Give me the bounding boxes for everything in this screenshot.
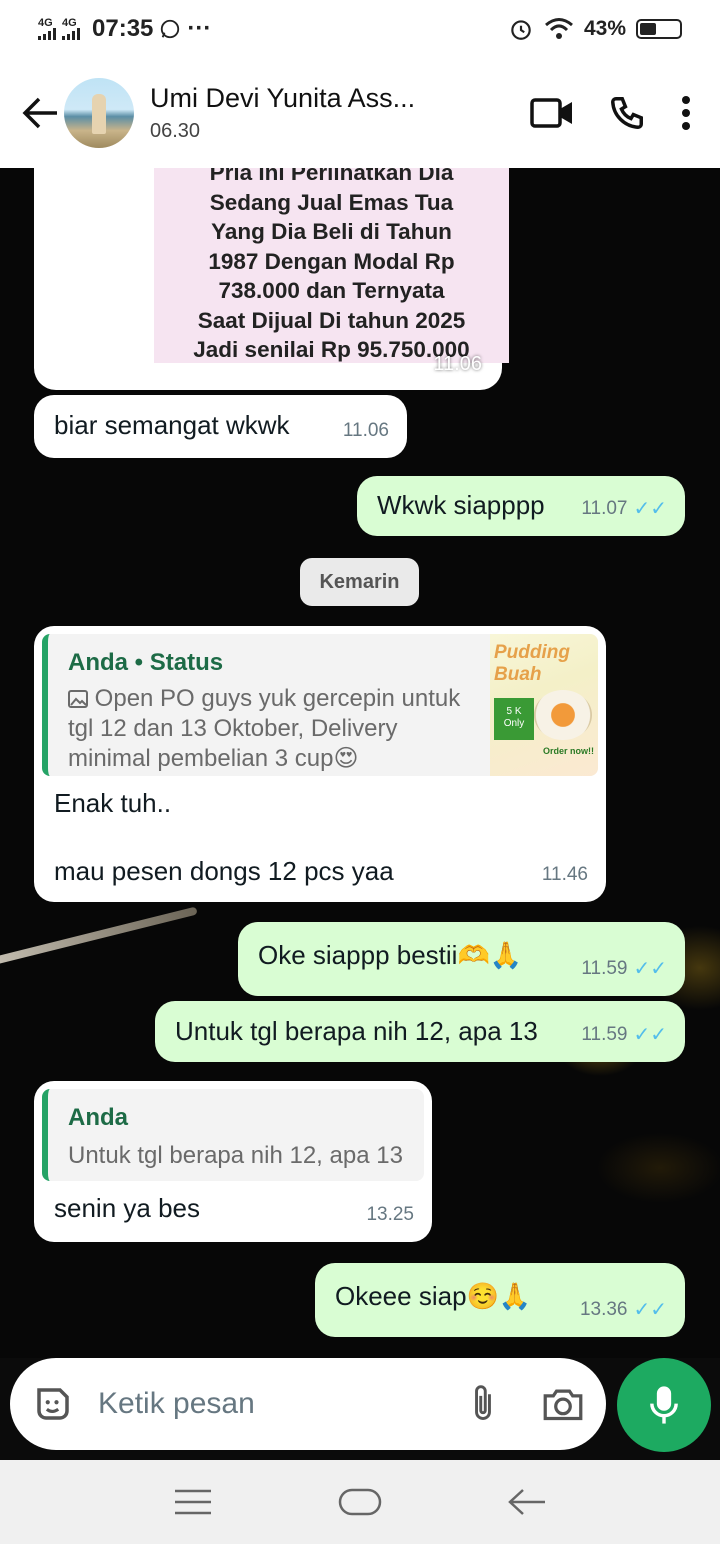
message-time: 11.46 <box>541 864 588 885</box>
message-time: 11.59 <box>581 958 628 979</box>
thumb-badge: 5 K Only <box>494 698 534 740</box>
wallpaper-branch <box>0 906 198 968</box>
quoted-message[interactable]: Anda Untuk tgl berapa nih 12, apa 13 <box>42 1089 424 1181</box>
outgoing-message[interactable]: Oke siappp bestii🫶🙏 11.59 ✓✓ <box>238 922 685 996</box>
read-receipt-icon: ✓✓ <box>633 958 667 980</box>
back-nav-icon[interactable] <box>507 1487 547 1517</box>
image-text-line: Sedang Jual Emas Tua <box>209 189 454 215</box>
status-bar: 4G 4G 07:35 ··· 43% <box>0 0 720 58</box>
back-button[interactable] <box>12 83 68 143</box>
read-receipt-icon: ✓✓ <box>633 1024 667 1046</box>
voice-call-icon[interactable] <box>608 94 646 132</box>
message-time: 11.06 <box>342 420 389 441</box>
message-time: 11.06 <box>433 353 482 375</box>
read-receipt-icon: ✓✓ <box>633 498 667 520</box>
clock: 07:35 <box>92 15 154 42</box>
thumb-order: Order now!! <box>543 746 594 756</box>
chat-area[interactable]: Pria Ini Perlihatkan Dia Sedang Jual Ema… <box>0 168 720 1358</box>
quote-text-line: minimal pembelian 3 cup😍 <box>68 745 359 772</box>
read-receipt-icon: ✓✓ <box>633 1299 667 1321</box>
message-text: Enak tuh.. <box>54 788 172 818</box>
incoming-message[interactable]: biar semangat wkwk 11.06 <box>34 395 407 458</box>
message-input[interactable]: Ketik pesan <box>10 1358 606 1450</box>
whatsapp-icon <box>161 19 180 39</box>
recent-apps-icon[interactable] <box>173 1488 213 1516</box>
alarm-icon <box>511 20 531 40</box>
message-time: 11.59 <box>581 1024 628 1045</box>
back-arrow-icon <box>22 97 57 129</box>
date-divider: Kemarin <box>300 558 419 606</box>
message-time: 13.36 <box>579 1299 628 1320</box>
message-image[interactable]: Pria Ini Perlihatkan Dia Sedang Jual Ema… <box>154 168 509 363</box>
wifi-icon <box>545 18 573 39</box>
video-call-icon[interactable] <box>530 97 574 129</box>
quote-text: Open PO guys yuk gercepin untuk tgl 12 d… <box>68 684 478 774</box>
image-text-line: Pria Ini Perlihatkan Dia <box>209 168 454 185</box>
home-icon[interactable] <box>338 1487 382 1517</box>
pudding-image <box>534 690 592 740</box>
quote-text-line: tgl 12 dan 13 Oktober, Delivery <box>68 715 398 742</box>
microphone-icon <box>650 1386 678 1424</box>
sticker-icon[interactable] <box>32 1383 74 1425</box>
outgoing-message[interactable]: Untuk tgl berapa nih 12, apa 13 11.59 ✓✓ <box>155 1001 685 1062</box>
message-text: Wkwk siapppp <box>377 490 545 520</box>
image-text-line: 738.000 dan Ternyata <box>218 278 445 303</box>
status-thumbnail: Pudding Buah 5 K Only Order now!! <box>490 634 598 776</box>
more-notifications-icon: ··· <box>187 15 212 42</box>
camera-icon[interactable] <box>542 1386 584 1422</box>
attach-icon[interactable] <box>468 1383 498 1425</box>
quoted-status[interactable]: Anda • Status Open PO guys yuk gercepin … <box>42 634 598 776</box>
image-text-line: 1987 Dengan Modal Rp <box>208 248 455 274</box>
message-time: 13.25 <box>366 1204 414 1225</box>
image-text-line: Yang Dia Beli di Tahun <box>211 219 452 244</box>
outgoing-message[interactable]: Okeee siap☺️🙏 13.36 ✓✓ <box>315 1263 685 1337</box>
message-text: mau pesen dongs 12 pcs yaa <box>54 856 394 886</box>
message-text: Oke siappp bestii🫶🙏 <box>258 940 523 970</box>
voice-message-button[interactable] <box>617 1358 711 1452</box>
system-nav-bar <box>0 1460 720 1544</box>
contact-info[interactable]: Umi Devi Yunita Ass... 06.30 <box>150 83 450 143</box>
contact-name: Umi Devi Yunita Ass... <box>150 83 416 113</box>
message-text: biar semangat wkwk <box>54 410 290 440</box>
message-time: 11.07 <box>581 498 628 519</box>
more-options-icon[interactable] <box>680 95 692 131</box>
chat-header: Umi Devi Yunita Ass... 06.30 <box>0 58 720 168</box>
outgoing-message[interactable]: Wkwk siapppp 11.07 ✓✓ <box>357 476 685 536</box>
signal-icon: 4G <box>38 18 56 40</box>
image-text-line: Saat Dijual Di tahun 2025 <box>197 307 466 333</box>
signal-icon: 4G <box>62 18 80 40</box>
message-text: Untuk tgl berapa nih 12, apa 13 <box>175 1016 538 1046</box>
incoming-message[interactable]: Anda • Status Open PO guys yuk gercepin … <box>34 626 606 902</box>
incoming-message[interactable]: Anda Untuk tgl berapa nih 12, apa 13 sen… <box>34 1081 432 1242</box>
battery-percent: 43% <box>583 17 626 40</box>
quote-text: Untuk tgl berapa nih 12, apa 13 <box>68 1142 403 1169</box>
composer: Ketik pesan <box>0 1358 720 1460</box>
thumb-title: Pudding Buah <box>494 642 570 685</box>
last-seen: 06.30 <box>150 120 201 142</box>
battery-icon <box>636 19 682 39</box>
quote-title: Anda <box>68 1104 128 1131</box>
input-placeholder: Ketik pesan <box>98 1387 255 1420</box>
message-text: Okeee siap☺️🙏 <box>335 1281 532 1311</box>
image-icon <box>68 690 88 708</box>
image-message[interactable]: Pria Ini Perlihatkan Dia Sedang Jual Ema… <box>34 168 509 390</box>
quote-text-line: Open PO guys yuk gercepin untuk <box>94 685 461 712</box>
quote-title: Anda • Status <box>68 649 224 676</box>
avatar[interactable] <box>64 78 134 148</box>
